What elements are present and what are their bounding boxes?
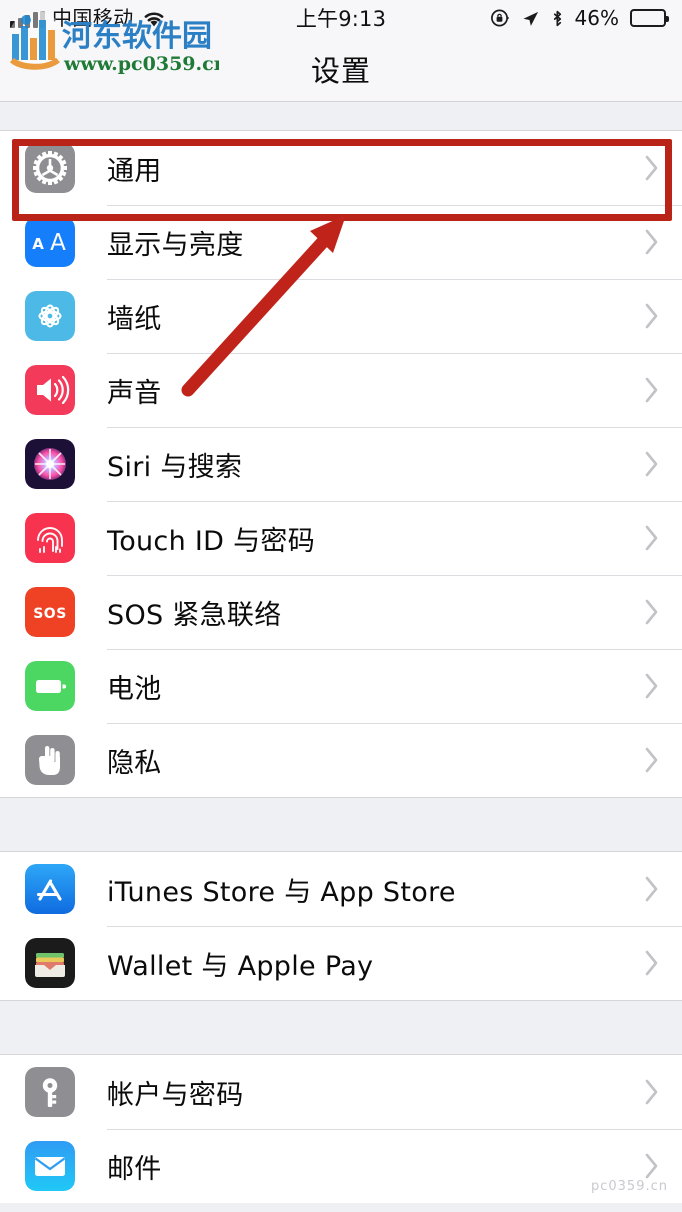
siri-icon <box>25 439 75 489</box>
settings-row-label: SOS 紧急联络 <box>107 599 282 631</box>
speaker-icon <box>25 365 75 415</box>
chevron-right-icon <box>644 154 660 182</box>
battery-icon <box>630 9 669 27</box>
settings-row-label: Siri 与搜索 <box>107 451 243 483</box>
clock-label: 上午9:13 <box>295 7 387 31</box>
settings-row-key[interactable]: 帐户与密码 <box>0 1055 682 1129</box>
battery-icon <box>25 661 75 711</box>
settings-section-accounts: 帐户与密码 邮件 <box>0 1055 682 1203</box>
sos-icon: SOS <box>25 587 75 637</box>
settings-row-label: 帐户与密码 <box>107 1079 244 1111</box>
gear-icon <box>25 143 75 193</box>
chevron-right-icon <box>644 228 660 256</box>
rotation-lock-icon <box>490 8 510 28</box>
chevron-right-icon <box>644 598 660 626</box>
settings-row-label: Wallet 与 Apple Pay <box>107 950 374 982</box>
bluetooth-icon <box>551 9 564 28</box>
wallpaper-icon <box>25 291 75 341</box>
settings-row-app-store[interactable]: iTunes Store 与 App Store <box>0 852 682 926</box>
settings-row-label: 邮件 <box>107 1153 162 1185</box>
settings-row-label: 声音 <box>107 377 162 409</box>
settings-row-wallpaper[interactable]: 墙纸 <box>0 279 682 353</box>
settings-row-text-size[interactable]: A A 显示与亮度 <box>0 205 682 279</box>
status-bar: 中国移动 上午9:13 46% <box>0 0 682 36</box>
chevron-right-icon <box>644 376 660 404</box>
settings-row-label: 墙纸 <box>107 303 162 335</box>
settings-row-hand[interactable]: 隐私 <box>0 723 682 797</box>
section-gap-stores <box>0 797 682 852</box>
settings-list[interactable]: 通用 A A 显示与亮度 墙纸 声音 Siri 与搜索 Touch ID 与密码… <box>0 102 682 1203</box>
settings-row-gear[interactable]: 通用 <box>0 131 682 205</box>
mail-icon <box>25 1141 75 1191</box>
settings-row-label: Touch ID 与密码 <box>107 525 316 557</box>
status-bar-left: 中国移动 <box>10 8 167 28</box>
battery-percent-label: 46% <box>574 6 619 30</box>
settings-row-fingerprint[interactable]: Touch ID 与密码 <box>0 501 682 575</box>
fingerprint-icon <box>25 513 75 563</box>
settings-section-system: 通用 A A 显示与亮度 墙纸 声音 Siri 与搜索 Touch ID 与密码… <box>0 131 682 797</box>
settings-row-label: 电池 <box>107 673 162 705</box>
chevron-right-icon <box>644 1152 660 1180</box>
settings-row-wallet[interactable]: Wallet 与 Apple Pay <box>0 926 682 1000</box>
chevron-right-icon <box>644 672 660 700</box>
app-store-icon <box>25 864 75 914</box>
section-gap-system <box>0 102 682 131</box>
page-title: 设置 <box>310 53 371 88</box>
text-size-icon: A A <box>25 217 75 267</box>
settings-row-label: 通用 <box>107 155 162 187</box>
hand-icon <box>25 735 75 785</box>
signal-bars-icon <box>10 11 45 28</box>
navigation-bar: 设置 <box>0 36 682 102</box>
svg-text:A: A <box>32 235 44 253</box>
chevron-right-icon <box>644 949 660 977</box>
chevron-right-icon <box>644 1078 660 1106</box>
settings-row-speaker[interactable]: 声音 <box>0 353 682 427</box>
wifi-icon <box>141 9 167 28</box>
status-bar-right: 46% <box>490 6 669 30</box>
settings-row-label: 隐私 <box>107 747 162 779</box>
location-arrow-icon <box>521 9 540 28</box>
bottom-watermark: pc0359.cn <box>590 1179 668 1194</box>
carrier-label: 中国移动 <box>52 6 134 30</box>
settings-row-mail[interactable]: 邮件 <box>0 1129 682 1203</box>
chevron-right-icon <box>644 524 660 552</box>
settings-row-battery[interactable]: 电池 <box>0 649 682 723</box>
key-icon <box>25 1067 75 1117</box>
section-gap-accounts <box>0 1000 682 1055</box>
svg-text:A: A <box>50 230 66 256</box>
svg-text:SOS: SOS <box>33 606 67 622</box>
settings-row-sos[interactable]: SOS SOS 紧急联络 <box>0 575 682 649</box>
settings-row-siri[interactable]: Siri 与搜索 <box>0 427 682 501</box>
ios-settings-screen: 中国移动 上午9:13 46% 设置 通用 A A 显示与亮度 墙纸 声音 Si… <box>0 0 682 1212</box>
chevron-right-icon <box>644 302 660 330</box>
settings-row-label: iTunes Store 与 App Store <box>107 876 456 908</box>
chevron-right-icon <box>644 450 660 478</box>
settings-row-label: 显示与亮度 <box>107 229 244 261</box>
chevron-right-icon <box>644 746 660 774</box>
wallet-icon <box>25 938 75 988</box>
settings-section-stores: iTunes Store 与 App Store Wallet 与 Apple … <box>0 852 682 1000</box>
chevron-right-icon <box>644 875 660 903</box>
